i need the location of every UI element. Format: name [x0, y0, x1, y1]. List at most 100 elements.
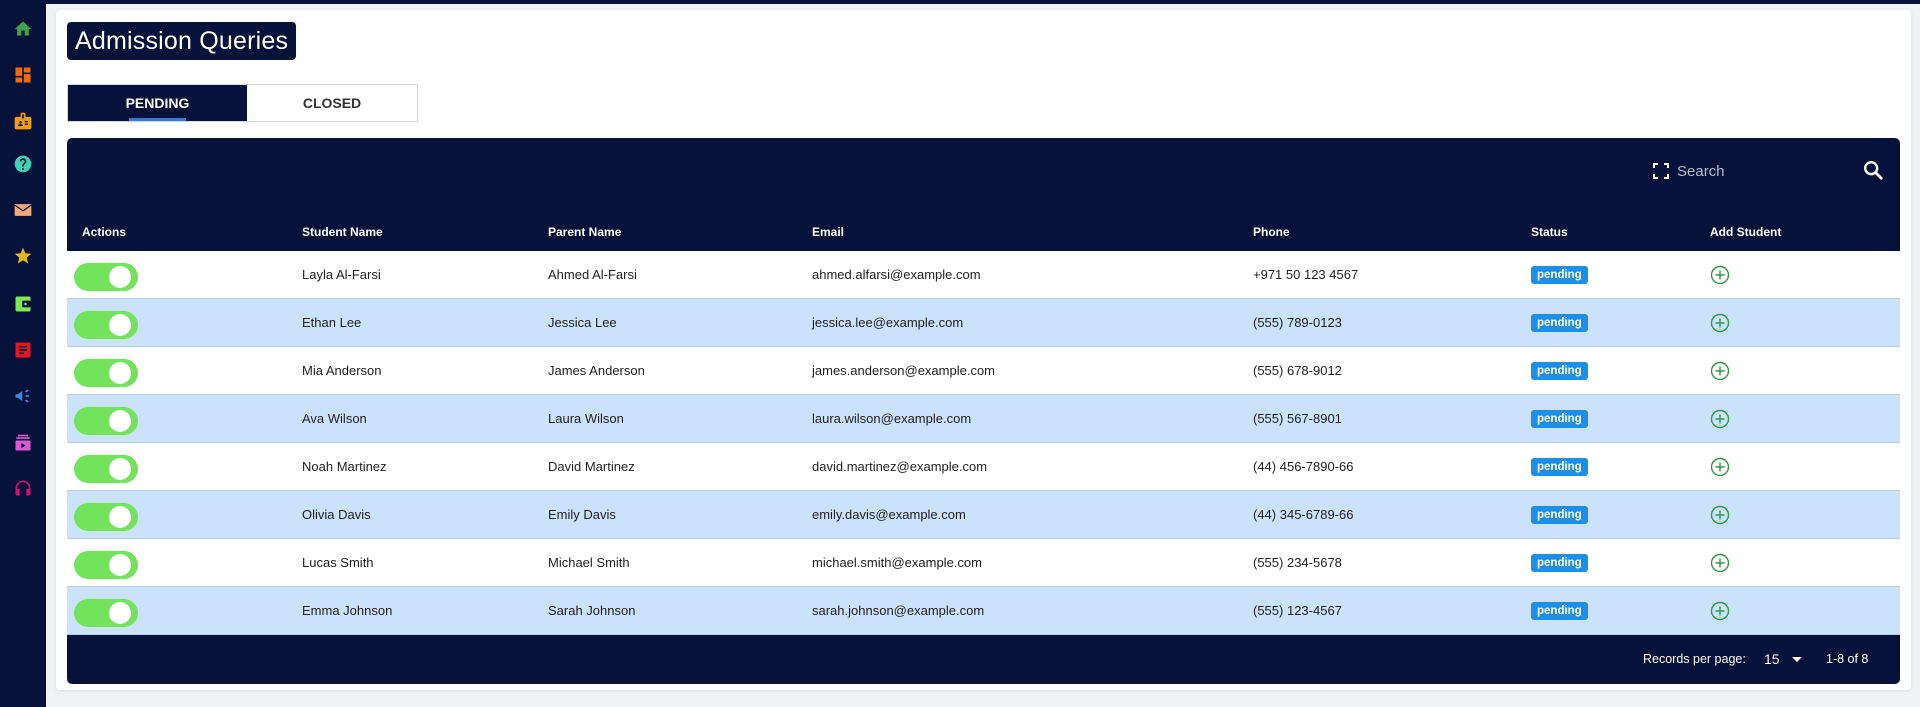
phone-cell: (44) 345-6789-66 — [1253, 507, 1354, 522]
status-badge: pending — [1531, 266, 1588, 284]
email-cell: laura.wilson@example.com — [812, 411, 972, 426]
records-per-page-value: 15 — [1764, 651, 1780, 667]
fullscreen-icon[interactable] — [1653, 163, 1669, 179]
home-icon[interactable] — [12, 18, 34, 40]
action-toggle[interactable] — [74, 407, 138, 435]
toggle-knob — [109, 410, 131, 432]
student-name-cell: Ethan Lee — [302, 315, 362, 330]
parent-name-cell: Jessica Lee — [548, 315, 617, 330]
parent-name-cell: Laura Wilson — [548, 411, 624, 426]
status-badge: pending — [1531, 314, 1588, 332]
top-bar — [0, 0, 1920, 4]
parent-name-cell: Ahmed Al-Farsi — [548, 267, 637, 282]
search-input[interactable] — [1677, 162, 1857, 180]
column-header-email[interactable]: Email — [812, 213, 844, 251]
mail-icon[interactable] — [12, 199, 34, 221]
add-student-icon[interactable] — [1710, 313, 1730, 333]
queries-table: Actions Student Name Parent Name Email P… — [67, 138, 1900, 684]
add-student-icon[interactable] — [1710, 553, 1730, 573]
parent-name-cell: Emily Davis — [548, 507, 616, 522]
email-cell: ahmed.alfarsi@example.com — [812, 267, 981, 282]
phone-cell: (555) 234-5678 — [1253, 555, 1342, 570]
student-name-cell: Noah Martinez — [302, 459, 387, 474]
column-header-parent-name[interactable]: Parent Name — [548, 213, 621, 251]
column-header-student-name[interactable]: Student Name — [302, 213, 383, 251]
action-toggle[interactable] — [74, 503, 138, 531]
toggle-knob — [109, 506, 131, 528]
page-title: Admission Queries — [67, 22, 297, 60]
status-badge: pending — [1531, 602, 1588, 620]
tab-closed[interactable]: CLOSED — [247, 85, 417, 121]
search-icon[interactable] — [1862, 159, 1884, 181]
table-row: Noah Martinez David Martinez david.marti… — [67, 443, 1900, 491]
column-header-add-student[interactable]: Add Student — [1710, 213, 1781, 251]
parent-name-cell: James Anderson — [548, 363, 645, 378]
action-toggle[interactable] — [74, 551, 138, 579]
dashboard-icon[interactable] — [12, 64, 34, 86]
column-header-phone[interactable]: Phone — [1253, 213, 1290, 251]
star-icon[interactable] — [12, 245, 34, 267]
action-toggle[interactable] — [74, 455, 138, 483]
action-toggle[interactable] — [74, 311, 138, 339]
phone-cell: (555) 678-9012 — [1253, 363, 1342, 378]
status-badge: pending — [1531, 362, 1588, 380]
add-student-icon[interactable] — [1710, 265, 1730, 285]
add-student-icon[interactable] — [1710, 457, 1730, 477]
id-badge-icon[interactable] — [12, 110, 34, 132]
table-header: Actions Student Name Parent Name Email P… — [67, 213, 1900, 251]
add-student-icon[interactable] — [1710, 601, 1730, 621]
status-badge: pending — [1531, 554, 1588, 572]
parent-name-cell: David Martinez — [548, 459, 635, 474]
student-name-cell: Ava Wilson — [302, 411, 367, 426]
student-name-cell: Olivia Davis — [302, 507, 371, 522]
toggle-knob — [109, 602, 131, 624]
status-badge: pending — [1531, 458, 1588, 476]
add-student-icon[interactable] — [1710, 409, 1730, 429]
records-per-page-label: Records per page: — [1643, 652, 1746, 666]
records-per-page-select[interactable]: 15 — [1764, 647, 1810, 671]
sidebar — [0, 0, 46, 707]
phone-cell: (555) 789-0123 — [1253, 315, 1342, 330]
email-cell: sarah.johnson@example.com — [812, 603, 985, 618]
table-footer: Records per page: 15 1-8 of 8 — [67, 634, 1900, 684]
megaphone-icon[interactable] — [12, 385, 34, 407]
student-name-cell: Emma Johnson — [302, 603, 393, 618]
phone-cell: (555) 123-4567 — [1253, 603, 1342, 618]
help-icon[interactable] — [12, 153, 34, 175]
tab-pending-label: PENDING — [125, 95, 190, 111]
tab-closed-label: CLOSED — [302, 95, 362, 111]
toggle-knob — [109, 266, 131, 288]
phone-cell: (555) 567-8901 — [1253, 411, 1342, 426]
email-cell: david.martinez@example.com — [812, 459, 988, 474]
tab-pending[interactable]: PENDING — [68, 85, 247, 121]
column-header-actions[interactable]: Actions — [82, 213, 126, 251]
toggle-knob — [109, 458, 131, 480]
email-cell: jessica.lee@example.com — [812, 315, 964, 330]
add-student-icon[interactable] — [1710, 361, 1730, 381]
document-icon[interactable] — [12, 339, 34, 361]
parent-name-cell: Sarah Johnson — [548, 603, 636, 618]
parent-name-cell: Michael Smith — [548, 555, 630, 570]
action-toggle[interactable] — [74, 359, 138, 387]
status-badge: pending — [1531, 506, 1588, 524]
column-header-status[interactable]: Status — [1531, 213, 1568, 251]
table-row: Ethan Lee Jessica Lee jessica.lee@exampl… — [67, 299, 1900, 347]
email-cell: james.anderson@example.com — [812, 363, 996, 378]
table-body: Layla Al-Farsi Ahmed Al-Farsi ahmed.alfa… — [67, 251, 1900, 635]
email-cell: emily.davis@example.com — [812, 507, 966, 522]
status-badge: pending — [1531, 410, 1588, 428]
student-name-cell: Mia Anderson — [302, 363, 382, 378]
action-toggle[interactable] — [74, 263, 138, 291]
headphones-icon[interactable] — [12, 477, 34, 499]
wallet-icon[interactable] — [12, 293, 34, 315]
pagination-range: 1-8 of 8 — [1826, 652, 1869, 666]
table-row: Mia Anderson James Anderson james.anders… — [67, 347, 1900, 395]
student-name-cell: Layla Al-Farsi — [302, 267, 381, 282]
search-bar — [1653, 160, 1893, 182]
video-library-icon[interactable] — [12, 432, 34, 454]
phone-cell: +971 50 123 4567 — [1253, 267, 1359, 282]
add-student-icon[interactable] — [1710, 505, 1730, 525]
active-tab-indicator — [129, 118, 186, 121]
toggle-knob — [109, 362, 131, 384]
action-toggle[interactable] — [74, 599, 138, 627]
